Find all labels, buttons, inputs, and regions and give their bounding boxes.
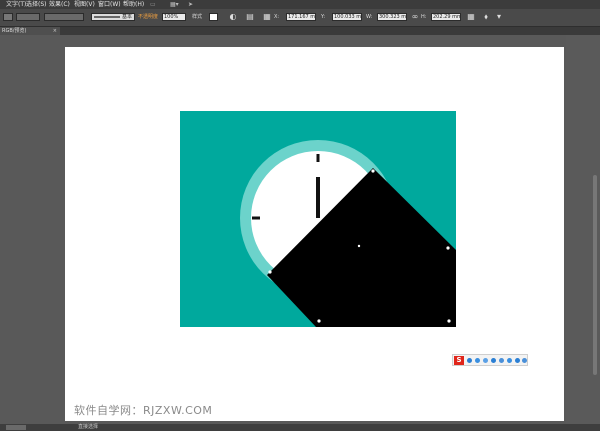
ime-moon-icon[interactable]: [475, 358, 480, 363]
selection-handle[interactable]: [371, 169, 375, 173]
zoom-field[interactable]: [6, 425, 26, 430]
selection-handle[interactable]: [268, 270, 272, 274]
watermark-text: 软件自学网：RJZXW.COM: [74, 404, 213, 417]
illustration-canvas: [180, 111, 456, 327]
ime-punct-icon[interactable]: [483, 358, 488, 363]
selection-handle[interactable]: [446, 246, 450, 250]
selection-handle[interactable]: [317, 319, 321, 323]
status-bar: 直接选择: [0, 424, 600, 431]
selection-handle[interactable]: [447, 319, 451, 323]
status-tool-label: 直接选择: [78, 424, 99, 430]
right-panel-strip: [566, 35, 600, 425]
ime-settings-icon[interactable]: [522, 358, 527, 363]
vertical-scrollbar[interactable]: [593, 175, 597, 375]
selection-center-point[interactable]: [357, 244, 361, 248]
ime-emoji-icon[interactable]: [491, 358, 496, 363]
ime-lang-icon[interactable]: [467, 358, 472, 363]
ime-toolbar[interactable]: S: [452, 354, 528, 366]
sogou-logo-icon[interactable]: S: [454, 356, 464, 365]
ime-user-icon[interactable]: [507, 358, 512, 363]
ime-keyboard-icon[interactable]: [499, 358, 504, 363]
ime-skin-icon[interactable]: [515, 358, 520, 363]
